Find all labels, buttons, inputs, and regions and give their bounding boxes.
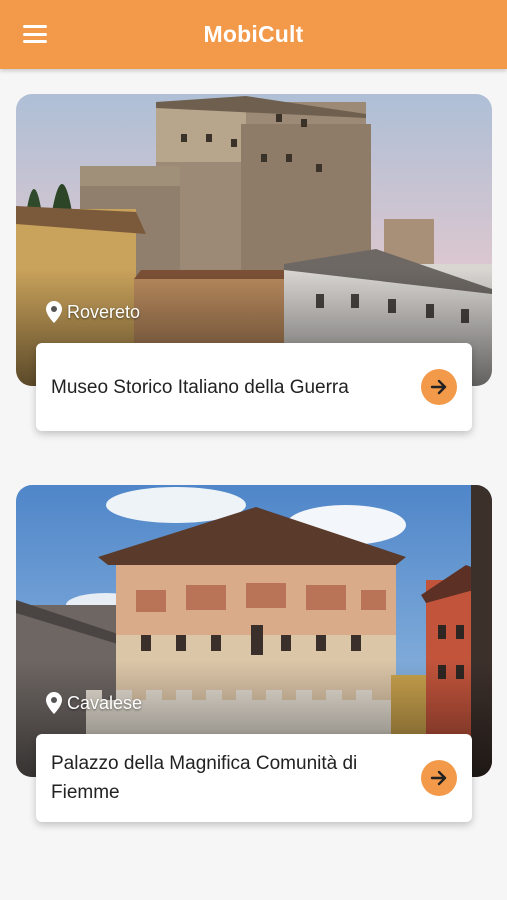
poi-card-rovereto[interactable]: Rovereto Museo Storico Italiano della Gu… <box>16 94 492 432</box>
poi-name: Palazzo della Magnifica Comunità di Fiem… <box>51 753 358 803</box>
location-pin-icon <box>46 301 62 323</box>
location-label: Rovereto <box>67 301 141 322</box>
arrow-right-icon[interactable] <box>421 369 457 405</box>
poi-name: Museo Storico Italiano della Guerra <box>51 376 349 398</box>
app-bar: MobiCult <box>0 0 507 69</box>
card-label-box[interactable]: Palazzo della Magnifica Comunità di Fiem… <box>36 734 472 822</box>
location-tag: Cavalese <box>46 692 142 714</box>
arrow-right-icon[interactable] <box>421 760 457 796</box>
location-pin-icon <box>46 692 62 714</box>
poi-card-cavalese[interactable]: Cavalese Palazzo della Magnifica Comunit… <box>16 485 492 823</box>
location-tag: Rovereto <box>46 301 140 323</box>
location-label: Cavalese <box>67 692 143 713</box>
app-title: MobiCult <box>203 21 304 47</box>
card-label-box[interactable]: Museo Storico Italiano della Guerra <box>36 343 472 431</box>
